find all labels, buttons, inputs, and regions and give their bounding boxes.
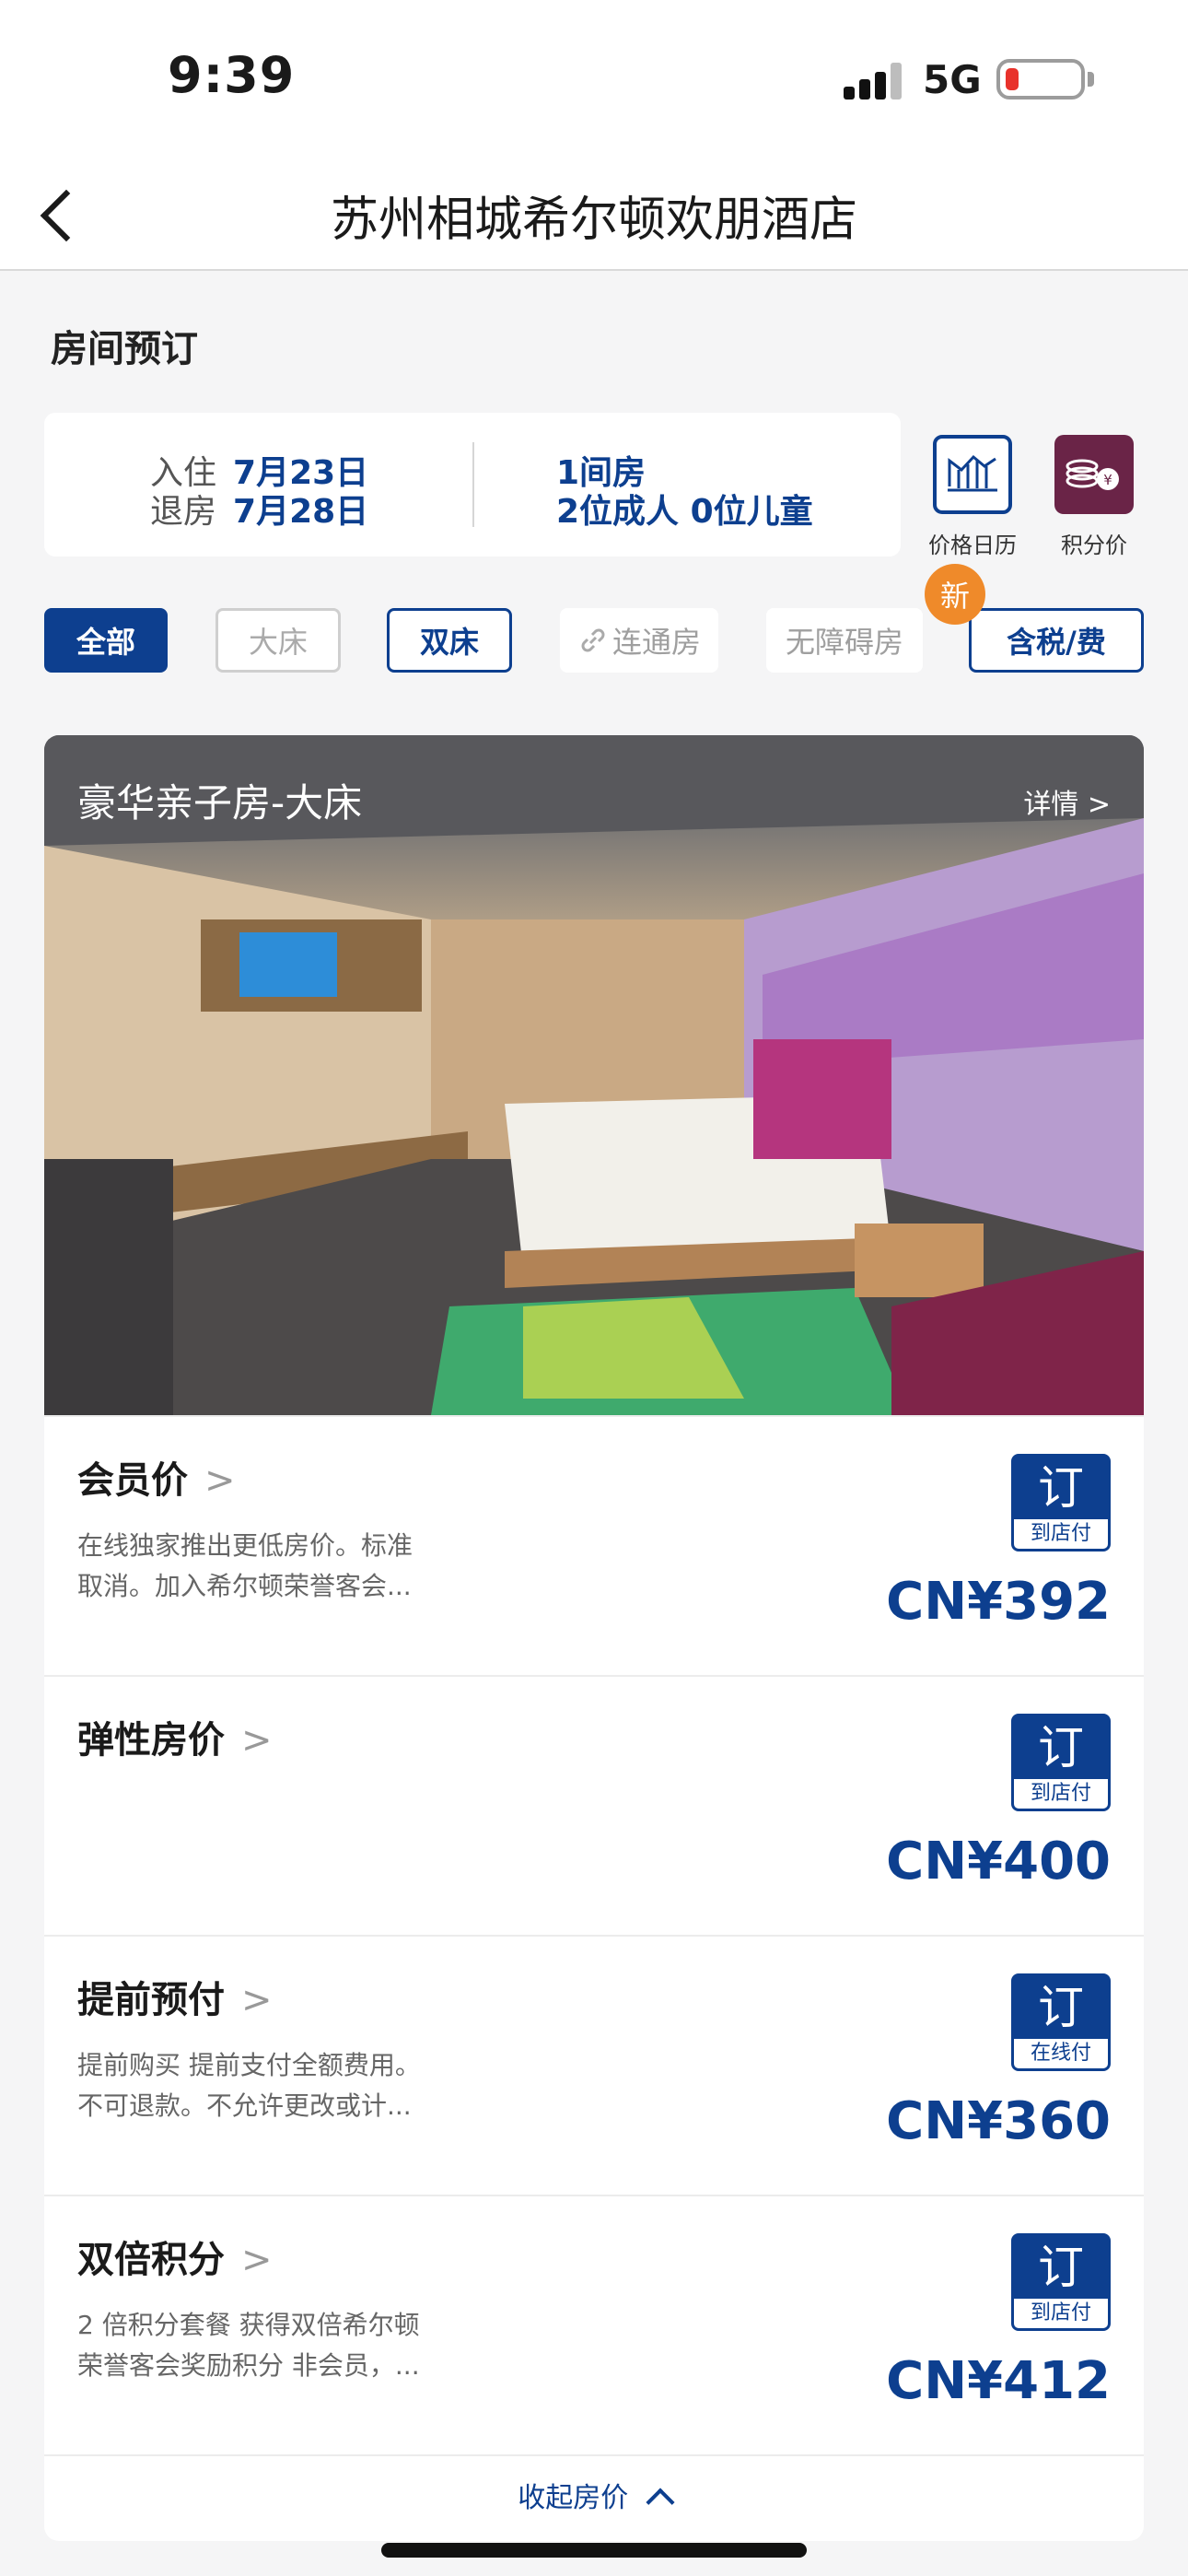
payment-type: 到店付 <box>1014 2299 1108 2328</box>
battery-icon <box>996 59 1094 100</box>
filter-tax-included[interactable]: 含税/费 <box>969 608 1144 673</box>
payment-type: 到店付 <box>1014 1779 1108 1809</box>
payment-type: 到店付 <box>1014 1519 1108 1549</box>
rate-description-line: 提前购买 提前支付全额费用。 <box>77 2050 421 2080</box>
book-button-label: 订 <box>1038 2241 1084 2294</box>
price-calendar-button[interactable]: 价格日历 <box>917 435 1028 559</box>
new-badge: 新 <box>925 564 985 625</box>
rate-name[interactable]: 会员价 > <box>77 1450 236 1504</box>
rate-name-text: 双倍积分 <box>77 2239 225 2281</box>
rate-description: 2 倍积分套餐 获得双倍希尔顿 荣誉客会奖励积分 非会员，... <box>77 2305 483 2386</box>
rate-name[interactable]: 弹性房价 > <box>77 1710 273 1763</box>
filter-accessible-room[interactable]: 无障碍房 <box>766 608 923 673</box>
rate-row[interactable]: 会员价 > 在线独家推出更低房价。标准 取消。加入希尔顿荣誉客会... 订到店付 C… <box>44 1415 1144 1675</box>
room-name: 豪华亲子房-大床 <box>77 780 363 825</box>
rate-price: CN¥400 <box>886 1832 1111 1891</box>
rate-name-text: 弹性房价 <box>77 1719 225 1762</box>
network-type: 5G <box>923 57 982 102</box>
stay-summary-card[interactable]: 入住 7月23日 退房 7月28日 1间房 2位成人 0位儿童 <box>44 413 901 556</box>
checkout-label: 退房 <box>150 493 217 531</box>
status-bar: 9:39 5G <box>0 0 1188 157</box>
rate-description-line: 荣誉客会奖励积分 非会员，... <box>77 2350 420 2381</box>
collapse-rates-label: 收起房价 <box>518 2482 629 2514</box>
rate-row[interactable]: 提前预付 > 提前购买 提前支付全额费用。 不可退款。不允许更改或计... 订在线付… <box>44 1935 1144 2195</box>
rate-name[interactable]: 提前预付 > <box>77 1970 273 2023</box>
guests-count: 2位成人 0位儿童 <box>556 493 813 531</box>
chevron-right-icon: > <box>241 1979 273 2021</box>
payment-type: 在线付 <box>1014 2039 1108 2068</box>
filter-connecting-room[interactable]: 连通房 <box>560 608 718 673</box>
room-detail-link[interactable]: 详情 > <box>1023 781 1111 822</box>
points-coins-icon: ¥ <box>1054 435 1134 514</box>
signal-icon <box>844 63 903 100</box>
hotel-title: 苏州相城希尔顿欢朋酒店 <box>330 193 857 248</box>
book-button-label: 订 <box>1038 1981 1084 2034</box>
book-button[interactable]: 订到店付 <box>1011 2233 1111 2331</box>
rate-price: CN¥412 <box>886 2351 1111 2411</box>
price-calendar-label: 价格日历 <box>928 533 1017 558</box>
filter-connecting-room-label: 连通房 <box>611 625 701 660</box>
rate-description-line: 不可退款。不允许更改或计... <box>77 2090 412 2121</box>
filter-king-bed[interactable]: 大床 <box>215 608 341 673</box>
home-indicator <box>381 2543 807 2558</box>
clock: 9:39 <box>168 46 296 104</box>
rate-name-text: 会员价 <box>77 1459 188 1502</box>
book-button-label: 订 <box>1038 1461 1084 1515</box>
nav-bar: 苏州相城希尔顿欢朋酒店 <box>0 157 1188 271</box>
book-button[interactable]: 订到店付 <box>1011 1714 1111 1811</box>
room-photo[interactable]: 豪华亲子房-大床 详情 > <box>44 735 1144 1415</box>
rate-description-line: 2 倍积分套餐 获得双倍希尔顿 <box>77 2310 420 2340</box>
filter-twin-bed[interactable]: 双床 <box>387 608 512 673</box>
points-price-label: 积分价 <box>1061 533 1127 558</box>
chevron-right-icon: > <box>241 2239 273 2281</box>
rate-description-line: 取消。加入希尔顿荣誉客会... <box>77 1571 412 1601</box>
chevron-right-icon: > <box>204 1459 236 1502</box>
rate-price: CN¥392 <box>886 1572 1111 1632</box>
checkout-date: 7月28日 <box>233 493 369 531</box>
filter-all[interactable]: 全部 <box>44 608 168 673</box>
rate-name-text: 提前预付 <box>77 1979 225 2021</box>
card-divider <box>472 442 474 527</box>
rate-row[interactable]: 弹性房价 > 订到店付 CN¥400 <box>44 1675 1144 1935</box>
rate-name[interactable]: 双倍积分 > <box>77 2230 273 2283</box>
rate-row[interactable]: 双倍积分 > 2 倍积分套餐 获得双倍希尔顿 荣誉客会奖励积分 非会员，... 订到… <box>44 2195 1144 2454</box>
price-calendar-icon <box>933 435 1012 514</box>
link-icon <box>581 628 605 652</box>
svg-text:¥: ¥ <box>1103 472 1112 488</box>
section-title: 房间预订 <box>51 328 198 370</box>
chevron-right-icon: > <box>241 1719 273 1762</box>
checkout-row: 退房 7月28日 <box>150 485 368 533</box>
book-button[interactable]: 订到店付 <box>1011 1454 1111 1551</box>
rate-description: 提前购买 提前支付全额费用。 不可退款。不允许更改或计... <box>77 2045 483 2126</box>
rate-price: CN¥360 <box>886 2091 1111 2151</box>
room-card: 豪华亲子房-大床 详情 > 会员价 > 在线独家推出更低房价。标准 取消。加入希尔顿… <box>44 735 1144 2541</box>
points-price-button[interactable]: ¥ 积分价 <box>1039 435 1149 559</box>
rate-description: 在线独家推出更低房价。标准 取消。加入希尔顿荣誉客会... <box>77 1526 483 1607</box>
chevron-up-icon <box>646 2488 675 2517</box>
room-photo-illustration <box>44 735 1144 1415</box>
collapse-rates-button[interactable]: 收起房价 <box>44 2454 1144 2541</box>
book-button-label: 订 <box>1038 1721 1084 1774</box>
book-button[interactable]: 订在线付 <box>1011 1973 1111 2071</box>
rate-description-line: 在线独家推出更低房价。标准 <box>77 1530 413 1561</box>
